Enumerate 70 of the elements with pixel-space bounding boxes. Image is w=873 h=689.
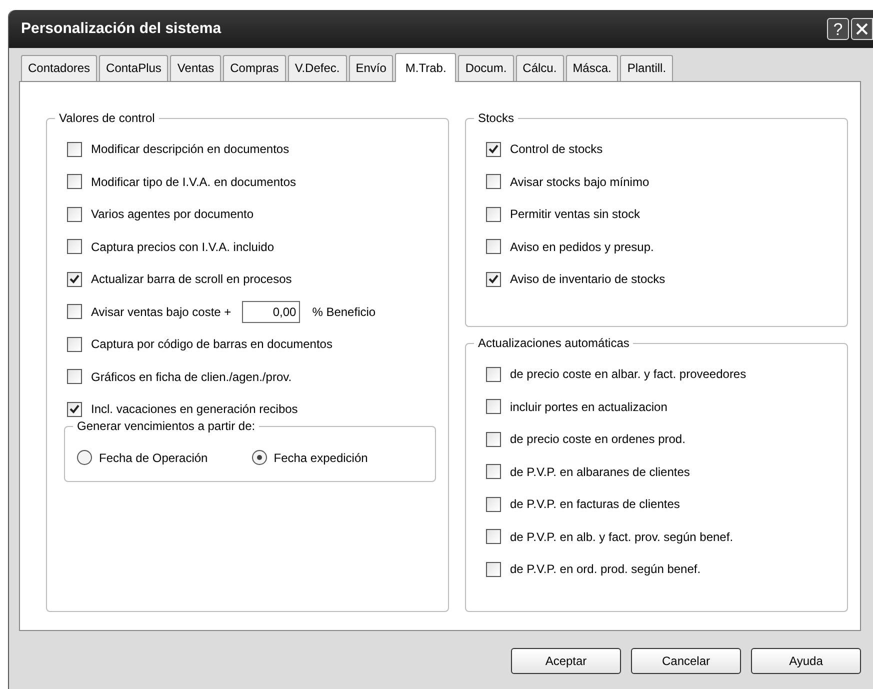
- checkbox-label: Aviso de inventario de stocks: [510, 271, 666, 288]
- checkbox-label: Actualizar barra de scroll en procesos: [91, 271, 292, 288]
- group-title: Actualizaciones automáticas: [474, 336, 634, 350]
- window-title: Personalización del sistema: [21, 18, 222, 39]
- checkbox-label: Avisar ventas bajo coste +: [91, 304, 232, 321]
- tab[interactable]: Compras: [223, 55, 286, 81]
- checkbox[interactable]: [486, 464, 501, 480]
- checkbox[interactable]: [67, 369, 82, 384]
- checkbox-label: Aviso en pedidos y presup.: [510, 238, 654, 256]
- checkbox-label: de P.V.P. en alb. y fact. prov. según benef.: [510, 528, 734, 546]
- radio-label: Fecha expedición: [274, 450, 368, 466]
- checkbox-label: Captura por código de barras en documentos: [91, 336, 332, 354]
- checkbox-label: incluir portes en actualizacion: [510, 398, 668, 416]
- checkbox[interactable]: [486, 432, 501, 447]
- checkbox[interactable]: [67, 239, 82, 254]
- dialog-button[interactable]: Ayuda: [751, 648, 861, 674]
- tab[interactable]: Másca.: [566, 55, 618, 81]
- checkbox[interactable]: [486, 174, 501, 190]
- group-title: Valores de control: [55, 111, 159, 125]
- checkbox-label: Modificar tipo de I.V.A. en documentos: [91, 174, 296, 191]
- checkbox[interactable]: [486, 366, 501, 382]
- tab[interactable]: Ventas: [170, 55, 222, 81]
- checkbox[interactable]: [486, 399, 501, 414]
- checkbox[interactable]: [67, 304, 82, 320]
- radio-button[interactable]: [77, 450, 92, 465]
- checkbox-label: Varios agentes por documento: [91, 206, 254, 224]
- checkbox-label: Avisar stocks bajo mínimo: [510, 174, 650, 191]
- checkbox[interactable]: [486, 272, 501, 287]
- checkbox[interactable]: [67, 402, 82, 417]
- checkbox[interactable]: [486, 562, 501, 577]
- checkbox-label: Incl. vacaciones en generación recibos: [91, 401, 298, 418]
- checkbox[interactable]: [486, 142, 501, 157]
- number-field[interactable]: 0,00: [242, 300, 300, 323]
- checkbox-label: Modificar descripción en documentos: [91, 141, 290, 158]
- checkbox[interactable]: [67, 174, 82, 190]
- checkbox[interactable]: [486, 206, 501, 222]
- suffix-label: % Beneficio: [312, 304, 376, 321]
- checkbox[interactable]: [486, 496, 501, 512]
- group-title: Stocks: [474, 111, 518, 125]
- checkbox-label: Captura precios con I.V.A. incluido: [91, 238, 274, 256]
- tab[interactable]: ContaPlus: [99, 55, 168, 81]
- close-icon: [855, 22, 869, 36]
- checkbox-label: Gráficos en ficha de clien./agen./prov.: [91, 368, 292, 386]
- checkbox-label: de P.V.P. en facturas de clientes: [510, 496, 680, 514]
- checkbox-label: Permitir ventas sin stock: [510, 206, 640, 224]
- tab[interactable]: Contadores: [21, 55, 98, 81]
- checkbox-label: de P.V.P. en ord. prod. según benef.: [510, 561, 701, 578]
- tab[interactable]: Envío: [348, 55, 394, 81]
- radio-button[interactable]: [252, 450, 267, 465]
- checkbox-label: de precio coste en albar. y fact. proveedores: [510, 366, 746, 384]
- checkbox[interactable]: [67, 272, 82, 287]
- checkbox-label: Control de stocks: [510, 141, 603, 158]
- tab[interactable]: M.Trab.: [395, 53, 456, 82]
- close-button[interactable]: [851, 18, 873, 40]
- tab[interactable]: Plantill.: [620, 55, 674, 81]
- radio-label: Fecha de Operación: [99, 450, 208, 466]
- checkbox-label: de precio coste en ordenes prod.: [510, 431, 686, 448]
- group-title: Generar vencimientos a partir de:: [73, 418, 260, 432]
- tab[interactable]: Docum.: [458, 55, 514, 81]
- dialog-button[interactable]: Aceptar: [511, 648, 621, 674]
- checkbox-label: de P.V.P. en albaranes de clientes: [510, 464, 690, 481]
- checkbox[interactable]: [67, 206, 82, 222]
- dialog-button[interactable]: Cancelar: [631, 648, 741, 674]
- tab[interactable]: Cálcu.: [516, 55, 564, 81]
- checkbox[interactable]: [67, 336, 82, 352]
- checkbox[interactable]: [486, 529, 501, 544]
- help-button[interactable]: ?: [827, 18, 849, 40]
- checkbox[interactable]: [67, 142, 82, 157]
- tab[interactable]: V.Defec.: [288, 55, 347, 81]
- checkbox[interactable]: [486, 239, 501, 254]
